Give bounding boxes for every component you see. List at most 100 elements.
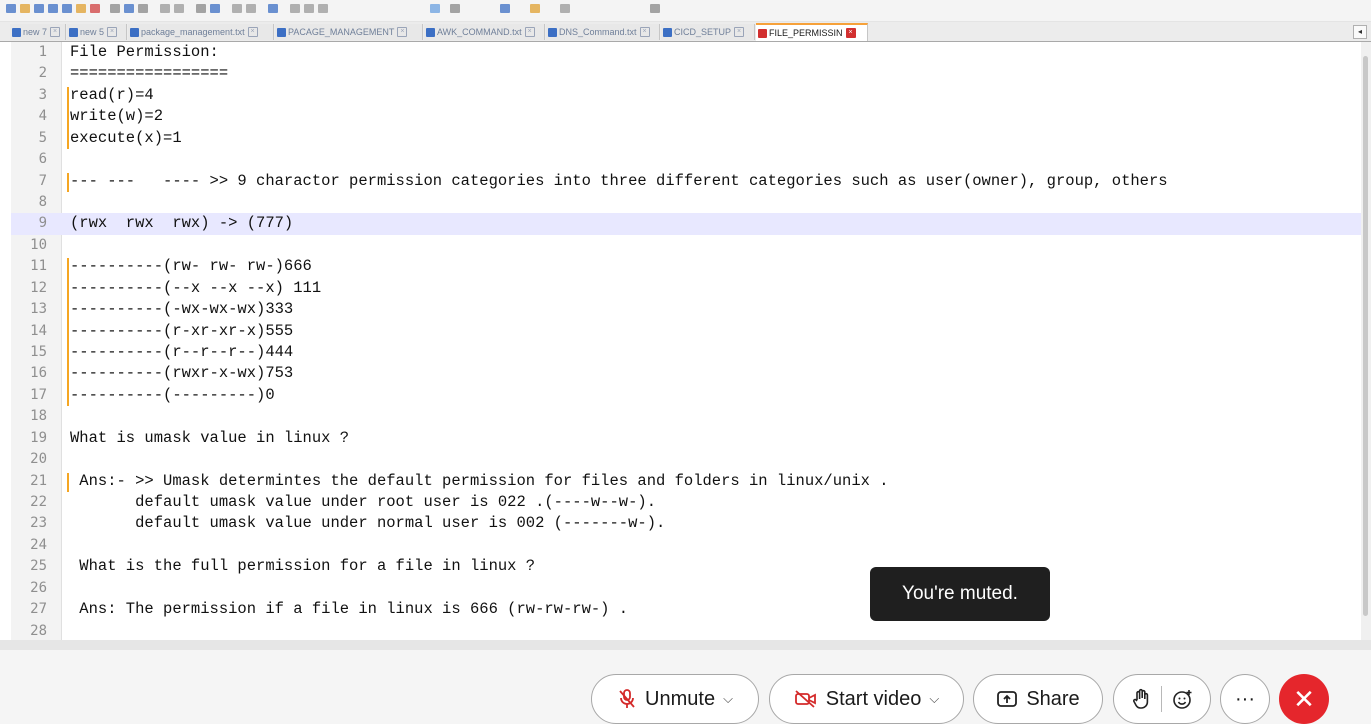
end-call-button[interactable]: ✕	[1279, 674, 1329, 724]
line-number: 22	[30, 494, 47, 511]
undo-icon[interactable]	[160, 4, 170, 13]
muted-toast: You're muted.	[870, 567, 1050, 621]
paste-icon[interactable]	[138, 4, 148, 13]
editor-line[interactable]: 2 =================	[11, 63, 1361, 84]
close-icon[interactable]: ×	[845, 28, 856, 38]
line-number: 25	[30, 558, 47, 575]
replace-icon[interactable]	[210, 4, 220, 13]
close-icon[interactable]: ×	[524, 27, 535, 37]
chevron-down-icon[interactable]: ⌵	[723, 691, 733, 707]
editor-line[interactable]: 3 read(r)=4	[11, 85, 1361, 106]
editor-line[interactable]: 16 ----------(rwxr-x-wx)753	[11, 363, 1361, 384]
close-icon: ✕	[1293, 683, 1315, 714]
unmute-button[interactable]: Unmute ⌵	[591, 674, 759, 724]
line-text: =================	[70, 64, 229, 83]
start-video-button[interactable]: Start video ⌵	[769, 674, 964, 724]
editor-line[interactable]: 20	[11, 449, 1361, 470]
close-icon[interactable]: ×	[397, 27, 408, 37]
redo-icon[interactable]	[174, 4, 184, 13]
document-icon	[426, 27, 435, 37]
word-wrap-icon[interactable]	[290, 4, 300, 13]
find-icon[interactable]	[196, 4, 206, 13]
emoji-reaction-icon[interactable]	[1172, 688, 1194, 710]
zoom-out-icon[interactable]	[246, 4, 256, 13]
share-button[interactable]: Share	[973, 674, 1103, 724]
macro-record-icon[interactable]	[430, 4, 440, 13]
sync-scroll-icon[interactable]	[268, 4, 278, 13]
editor-line[interactable]: 24	[11, 535, 1361, 556]
copy-icon[interactable]	[124, 4, 134, 13]
spell-check-icon[interactable]	[650, 4, 660, 13]
editor-line[interactable]: 7 --- --- ---- >> 9 charactor permission …	[11, 171, 1361, 192]
editor-line[interactable]: 15 ----------(r--r--r--)444	[11, 342, 1361, 363]
editor-line[interactable]: 14 ----------(r-xr-xr-x)555	[11, 321, 1361, 342]
vertical-scroll-thumb[interactable]	[1363, 56, 1368, 616]
line-number: 2	[38, 65, 47, 82]
editor-line[interactable]: 12 ----------(--x --x --x) 111	[11, 278, 1361, 299]
editor-line[interactable]: 5 execute(x)=1	[11, 128, 1361, 149]
tab-scroll-left-button[interactable]: ◂	[1353, 25, 1367, 39]
editor-line[interactable]: 1 File Permission:	[11, 42, 1361, 63]
tab-new-7[interactable]: new 7 ×	[10, 24, 66, 40]
text-editor[interactable]: 1 File Permission: 2 ================= 3 read…	[11, 42, 1371, 640]
tab-new-5[interactable]: new 5 ×	[67, 24, 127, 40]
editor-line[interactable]: 8	[11, 192, 1361, 213]
save-all-icon[interactable]	[48, 4, 58, 13]
chevron-down-icon[interactable]: ⌵	[929, 691, 939, 707]
close-icon[interactable]: ×	[639, 27, 650, 37]
line-text: Ans:- >> Umask determintes the default p…	[70, 471, 889, 490]
cut-icon[interactable]	[110, 4, 120, 13]
open-file-icon[interactable]	[20, 4, 30, 13]
new-file-icon[interactable]	[6, 4, 16, 13]
close-all-icon[interactable]	[76, 4, 86, 13]
unmute-label: Unmute	[645, 687, 716, 710]
editor-line[interactable]: 26	[11, 578, 1361, 599]
editor-line[interactable]: 11 ----------(rw- rw- rw-)666	[11, 256, 1361, 277]
close-icon[interactable]: ×	[50, 27, 61, 37]
tab-dns-command-txt[interactable]: DNS_Command.txt ×	[546, 24, 660, 40]
line-text: ----------(r-xr-xr-x)555	[70, 321, 294, 340]
raise-hand-icon[interactable]	[1131, 688, 1151, 710]
macro-save-icon[interactable]	[500, 4, 510, 13]
tab-package-management-txt[interactable]: package_management.txt ×	[128, 24, 274, 40]
editor-line[interactable]: 27 Ans: The permission if a file in linu…	[11, 599, 1361, 620]
line-text: default umask value under normal user is…	[70, 514, 666, 533]
editor-line[interactable]: 6	[11, 149, 1361, 170]
tab-file-permissin[interactable]: FILE_PERMISSIN ×	[756, 23, 868, 41]
macro-play-icon[interactable]	[450, 4, 460, 13]
close-icon[interactable]: ×	[734, 27, 745, 37]
editor-line[interactable]: 18	[11, 406, 1361, 427]
tab-label: PACAGE_MANAGEMENT	[288, 27, 395, 37]
editor-line[interactable]: 21 Ans:- >> Umask determintes the defaul…	[11, 471, 1361, 492]
shared-screen: new 7 × new 5 × package_management.txt ×…	[0, 0, 1371, 650]
more-options-button[interactable]: ···	[1220, 674, 1270, 724]
vertical-scrollbar[interactable]	[1361, 42, 1371, 640]
run-icon[interactable]	[530, 4, 540, 13]
line-number: 16	[30, 365, 47, 382]
close-icon[interactable]: ×	[247, 27, 258, 37]
editor-line[interactable]: 22 default umask value under root user i…	[11, 492, 1361, 513]
close-file-icon[interactable]	[62, 4, 72, 13]
editor-line[interactable]: 9 (rwx rwx rwx) -> (777)	[11, 213, 1361, 235]
editor-line[interactable]: 19 What is umask value in linux ?	[11, 428, 1361, 449]
show-all-chars-icon[interactable]	[304, 4, 314, 13]
editor-line[interactable]: 23 default umask value under normal user…	[11, 513, 1361, 534]
editor-line[interactable]: 13 ----------(-wx-wx-wx)333	[11, 299, 1361, 320]
horizontal-scrollbar[interactable]	[0, 640, 1371, 650]
close-icon[interactable]: ×	[107, 27, 118, 37]
editor-line[interactable]: 4 write(w)=2	[11, 106, 1361, 127]
more-options-icon: ···	[1235, 687, 1255, 710]
editor-line[interactable]: 28	[11, 621, 1361, 642]
zoom-in-icon[interactable]	[232, 4, 242, 13]
editor-line[interactable]: 10	[11, 235, 1361, 256]
tab-awk-command-txt[interactable]: AWK_COMMAND.txt ×	[424, 24, 545, 40]
print-icon[interactable]	[90, 4, 100, 13]
editor-line[interactable]: 17 ----------(---------)0	[11, 385, 1361, 406]
document-icon	[130, 27, 139, 37]
tab-cicd-setup[interactable]: CICD_SETUP ×	[661, 24, 755, 40]
plugin-icon[interactable]	[560, 4, 570, 13]
indent-guide-icon[interactable]	[318, 4, 328, 13]
editor-line[interactable]: 25 What is the full permission for a fil…	[11, 556, 1361, 577]
tab-pacage-management[interactable]: PACAGE_MANAGEMENT ×	[275, 24, 423, 40]
save-icon[interactable]	[34, 4, 44, 13]
